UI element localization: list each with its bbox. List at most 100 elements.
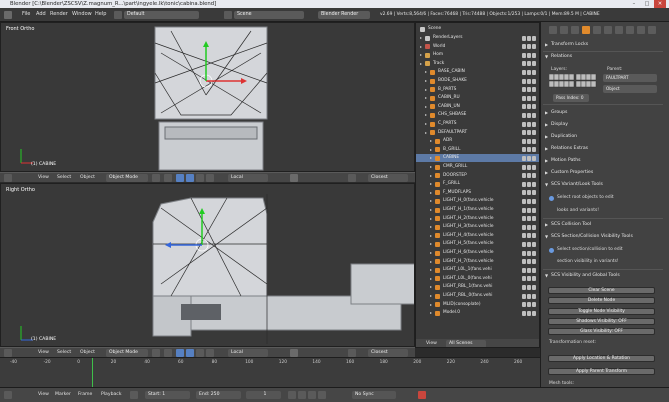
- cursor-icon[interactable]: [527, 121, 531, 127]
- expand-toggle-icon[interactable]: ▸: [430, 258, 432, 266]
- cursor-icon[interactable]: [527, 259, 531, 265]
- visibility-toggles[interactable]: [522, 259, 536, 265]
- visibility-toggles[interactable]: [522, 173, 536, 179]
- layout-select[interactable]: Default: [124, 11, 199, 19]
- cursor-icon[interactable]: [527, 224, 531, 230]
- outliner-root[interactable]: Scene: [416, 25, 539, 33]
- eye-icon[interactable]: [522, 87, 526, 93]
- minimize-button[interactable]: –: [628, 0, 640, 8]
- mode-select[interactable]: Object Mode: [106, 174, 148, 182]
- sync-select[interactable]: No Sync: [352, 391, 396, 399]
- outliner-item[interactable]: ▸ CABINE: [416, 154, 539, 163]
- play-icon[interactable]: [308, 391, 316, 399]
- viewport-front[interactable]: Front Ortho (1) CABINE: [0, 22, 415, 172]
- outliner-view-menu[interactable]: View: [426, 340, 437, 347]
- eye-icon[interactable]: [522, 130, 526, 136]
- view-menu[interactable]: View: [38, 349, 49, 357]
- camera-icon[interactable]: [532, 173, 536, 179]
- camera-icon[interactable]: [532, 207, 536, 213]
- cursor-icon[interactable]: [527, 61, 531, 67]
- eye-icon[interactable]: [522, 181, 526, 187]
- eye-icon[interactable]: [522, 302, 526, 308]
- manipulator-icon[interactable]: [176, 174, 184, 182]
- outliner-item[interactable]: ▸ CHS_SHBASE: [416, 111, 539, 119]
- outliner-item[interactable]: ▸ LIGHT_H_3(fans.vehicle: [416, 223, 539, 231]
- end-frame-field[interactable]: End: 250: [196, 391, 241, 399]
- outliner-item[interactable]: ▸ B_GRILL: [416, 146, 539, 154]
- orientation-select[interactable]: Local: [228, 349, 268, 357]
- visibility-toggles[interactable]: [522, 52, 536, 58]
- rotate-icon[interactable]: [196, 174, 204, 182]
- visibility-toggles[interactable]: [522, 310, 536, 316]
- camera-icon[interactable]: [532, 104, 536, 110]
- camera-icon[interactable]: [532, 250, 536, 256]
- current-frame-field[interactable]: 1: [246, 391, 281, 399]
- snap-select[interactable]: Closest: [368, 349, 408, 357]
- eye-icon[interactable]: [522, 276, 526, 282]
- scene-select[interactable]: Scene: [234, 11, 304, 19]
- delete-node-button[interactable]: Delete Node: [548, 297, 655, 304]
- outliner-item[interactable]: ▸ F_GRILL: [416, 180, 539, 188]
- rotate-icon[interactable]: [196, 349, 204, 357]
- editor-type-icon[interactable]: [4, 391, 12, 399]
- eye-icon[interactable]: [522, 61, 526, 67]
- outliner-item[interactable]: ▸ CABIN_RU: [416, 94, 539, 102]
- eye-icon[interactable]: [522, 190, 526, 196]
- visibility-toggles[interactable]: [522, 130, 536, 136]
- visibility-toggles[interactable]: [522, 95, 536, 101]
- expand-toggle-icon[interactable]: ▸: [430, 206, 432, 214]
- outliner-item[interactable]: ▸ World: [416, 43, 539, 51]
- expand-toggle-icon[interactable]: ▸: [425, 120, 427, 128]
- editor-type-icon[interactable]: [4, 11, 12, 19]
- visibility-toggles[interactable]: [522, 198, 536, 204]
- view-menu[interactable]: View: [38, 174, 49, 182]
- playback-menu[interactable]: Playback: [101, 391, 122, 399]
- timeline-view-menu[interactable]: View: [38, 391, 49, 399]
- manipulator-icon[interactable]: [176, 349, 184, 357]
- cursor-icon[interactable]: [527, 207, 531, 213]
- tab-modifiers[interactable]: [604, 26, 612, 34]
- expand-toggle-icon[interactable]: ▸: [430, 163, 432, 171]
- camera-icon[interactable]: [532, 44, 536, 50]
- camera-icon[interactable]: [532, 95, 536, 101]
- shadows-visibility-button[interactable]: Shadows Visibility: OFF: [548, 318, 655, 325]
- camera-icon[interactable]: [532, 35, 536, 41]
- visibility-toggles[interactable]: [522, 147, 536, 153]
- expand-toggle-icon[interactable]: ▸: [430, 249, 432, 257]
- eye-icon[interactable]: [522, 284, 526, 290]
- cursor-icon[interactable]: [527, 35, 531, 41]
- tab-scene[interactable]: [560, 26, 568, 34]
- outliner-item[interactable]: ▸ RenderLayers: [416, 34, 539, 42]
- visibility-toggles[interactable]: [522, 241, 536, 247]
- eye-icon[interactable]: [522, 44, 526, 50]
- expand-toggle-icon[interactable]: ▸: [430, 154, 432, 162]
- outliner-item[interactable]: ▸ LIGHT_H_0(fans.vehicle: [416, 197, 539, 205]
- clear-scene-button[interactable]: Clear Scene: [548, 287, 655, 294]
- snap-select[interactable]: Closest: [368, 174, 408, 182]
- play-reverse-icon[interactable]: [298, 391, 306, 399]
- visibility-toggles[interactable]: [522, 224, 536, 230]
- orientation-select[interactable]: Local: [228, 174, 268, 182]
- visibility-toggles[interactable]: [522, 87, 536, 93]
- camera-icon[interactable]: [532, 155, 536, 161]
- camera-icon[interactable]: [532, 130, 536, 136]
- object-menu[interactable]: Object: [80, 174, 95, 182]
- cursor-icon[interactable]: [527, 44, 531, 50]
- timeline[interactable]: -40 -20 0 20 40 60 80 100 120 140 160 180 200 220 240 2…: [0, 357, 540, 387]
- shading-icon[interactable]: [152, 349, 160, 357]
- pivot-icon[interactable]: [164, 349, 172, 357]
- cursor-icon[interactable]: [527, 104, 531, 110]
- menu-help[interactable]: Help: [95, 11, 106, 17]
- parent-type-select[interactable]: Object: [603, 85, 657, 93]
- camera-icon[interactable]: [532, 293, 536, 299]
- cursor-icon[interactable]: [527, 78, 531, 84]
- eye-icon[interactable]: [522, 310, 526, 316]
- expand-toggle-icon[interactable]: ▸: [430, 172, 432, 180]
- cursor-icon[interactable]: [527, 310, 531, 316]
- visibility-toggles[interactable]: [522, 233, 536, 239]
- translate-icon[interactable]: [186, 349, 194, 357]
- cursor-icon[interactable]: [527, 250, 531, 256]
- cursor-icon[interactable]: [527, 147, 531, 153]
- visibility-toggles[interactable]: [522, 190, 536, 196]
- outliner-item[interactable]: ▸ Model.0: [416, 309, 539, 317]
